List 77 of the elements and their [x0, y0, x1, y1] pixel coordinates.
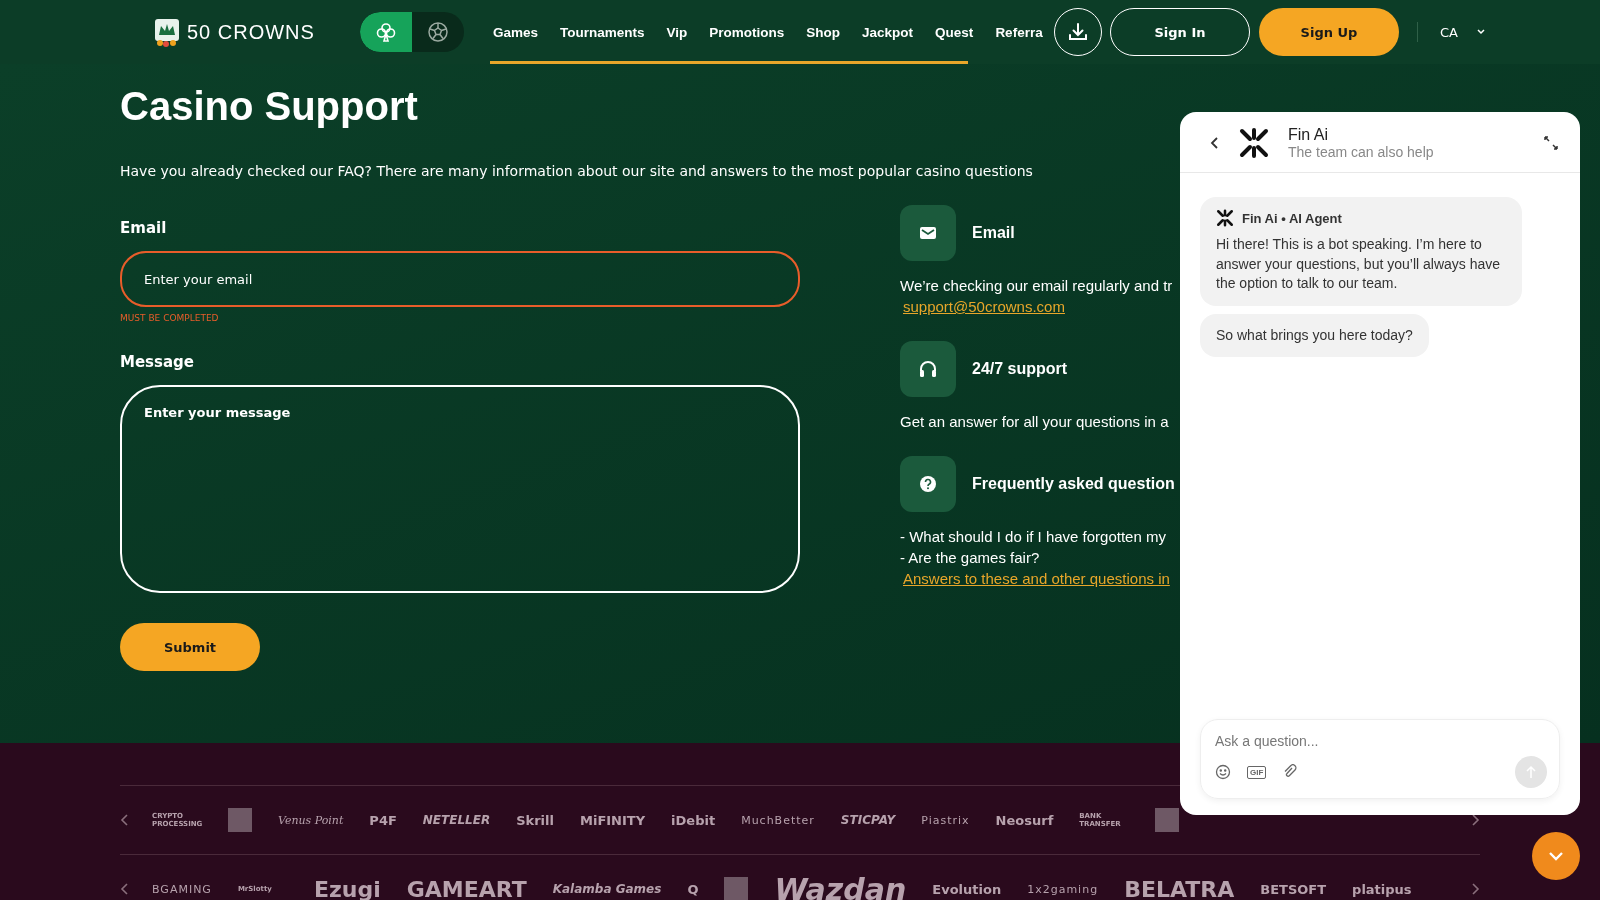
logo-text[interactable]: 50 CROWNS [187, 20, 315, 44]
chevron-down-icon [1476, 28, 1486, 36]
contact-text: - Are the games fair? [900, 549, 1040, 566]
intro-text: Have you already checked our FAQ? There are many information about our site and answers to the most popular casino questions [120, 163, 1034, 179]
brand-logo: Q [687, 881, 699, 897]
headset-icon [918, 360, 938, 378]
casino-tab[interactable] [360, 12, 412, 52]
brand-logo: iDebit [671, 812, 716, 828]
brand-logo: MuchBetter [741, 813, 815, 827]
agent-name: Fin Ai [1288, 126, 1329, 144]
nav-link[interactable]: Shop [795, 24, 852, 40]
brand-logo [1155, 808, 1180, 832]
expand-icon[interactable] [1544, 136, 1558, 150]
brand-logo [724, 877, 749, 900]
nav-link[interactable]: Quest [924, 24, 985, 40]
nav-link[interactable]: Jackpot [851, 24, 925, 40]
nav-link[interactable]: Referra [984, 24, 1054, 40]
envelope-icon [919, 226, 937, 240]
contact-title: 24/7 support [972, 360, 1068, 378]
emoji-icon[interactable] [1215, 764, 1231, 780]
contact-text: - What should I do if I have forgotten my [900, 528, 1166, 545]
chevron-down-icon [1547, 850, 1565, 862]
brand-logo: GAMEART [406, 876, 527, 900]
brand-logo: MiFINITY [580, 812, 646, 828]
contact-text: We’re checking our email regularly and tr [900, 277, 1173, 294]
message-text: Hi there! This is a bot speaking. I’m here to answer your questions, but you’ll always have the option to talk to our team. [1216, 235, 1502, 294]
brand-logo: Kalamba Games [552, 882, 662, 896]
back-icon[interactable] [1210, 136, 1220, 150]
message-field[interactable]: Enter your message [120, 385, 800, 593]
contact-title: Frequently asked question [972, 475, 1175, 493]
language-selector[interactable]: CA [1434, 23, 1492, 41]
bot-logo-icon [1238, 127, 1270, 159]
message-text: So what brings you here today? [1216, 325, 1413, 345]
agent-subtitle: The team can also help [1288, 144, 1434, 160]
club-icon [375, 21, 397, 43]
brand-logo: Skrill [516, 812, 554, 828]
brand-logo: Evolution [932, 881, 1002, 897]
nav-link[interactable]: Promotions [698, 24, 796, 40]
arrow-up-icon [1525, 765, 1537, 779]
page-title: Casino Support [120, 84, 419, 129]
soccer-ball-icon [427, 21, 449, 43]
message-author: Fin Ai • AI Agent [1242, 210, 1342, 226]
brand-logo: BELATRA [1124, 876, 1235, 900]
question-icon [919, 475, 937, 493]
brand-logo: Wazdan [774, 871, 907, 900]
error-message: MUST BE COMPLETED [120, 313, 220, 323]
contact-title: Email [972, 224, 1015, 242]
brand-logo: platipus [1352, 881, 1412, 897]
submit-button[interactable]: Submit [120, 623, 260, 671]
brand-logo: Neosurf [995, 812, 1054, 828]
download-icon [1067, 21, 1089, 43]
brand-logo: Piastrix [921, 813, 970, 827]
email-field[interactable]: Enter your email [120, 251, 800, 307]
crown-logo-icon [153, 17, 181, 47]
brand-logo: Venus Point [278, 813, 344, 827]
gif-button[interactable]: GIF [1247, 765, 1267, 779]
nav-link[interactable]: Tournaments [549, 24, 656, 40]
brand-logo: 1x2gaming [1027, 882, 1099, 896]
field-label: Email [120, 219, 168, 237]
link[interactable]: Answers to these and other questions in [903, 570, 1170, 587]
chevron-left-icon[interactable] [120, 882, 130, 896]
sign-up-button[interactable]: Sign Up [1259, 8, 1399, 56]
contact-text: Get an answer for all your questions in a [900, 413, 1169, 430]
paperclip-icon[interactable] [1282, 764, 1299, 780]
brand-logo: P4F [369, 812, 397, 828]
chevron-right-icon[interactable] [1470, 813, 1480, 827]
nav-link[interactable]: Games [482, 24, 550, 40]
brand-logo: BETSOFT [1260, 881, 1327, 897]
brand-logo: BGAMING [152, 882, 212, 896]
brand-logo: STICPAY [840, 813, 896, 827]
nav-link[interactable]: Vip [655, 24, 699, 40]
chevron-left-icon[interactable] [120, 813, 130, 827]
field-label: Message [120, 353, 195, 371]
link[interactable]: support@50crowns.com [903, 298, 1065, 315]
brand-logo [228, 808, 252, 832]
bot-logo-icon [1216, 209, 1234, 227]
brand-logo: NETELLER [422, 813, 491, 827]
